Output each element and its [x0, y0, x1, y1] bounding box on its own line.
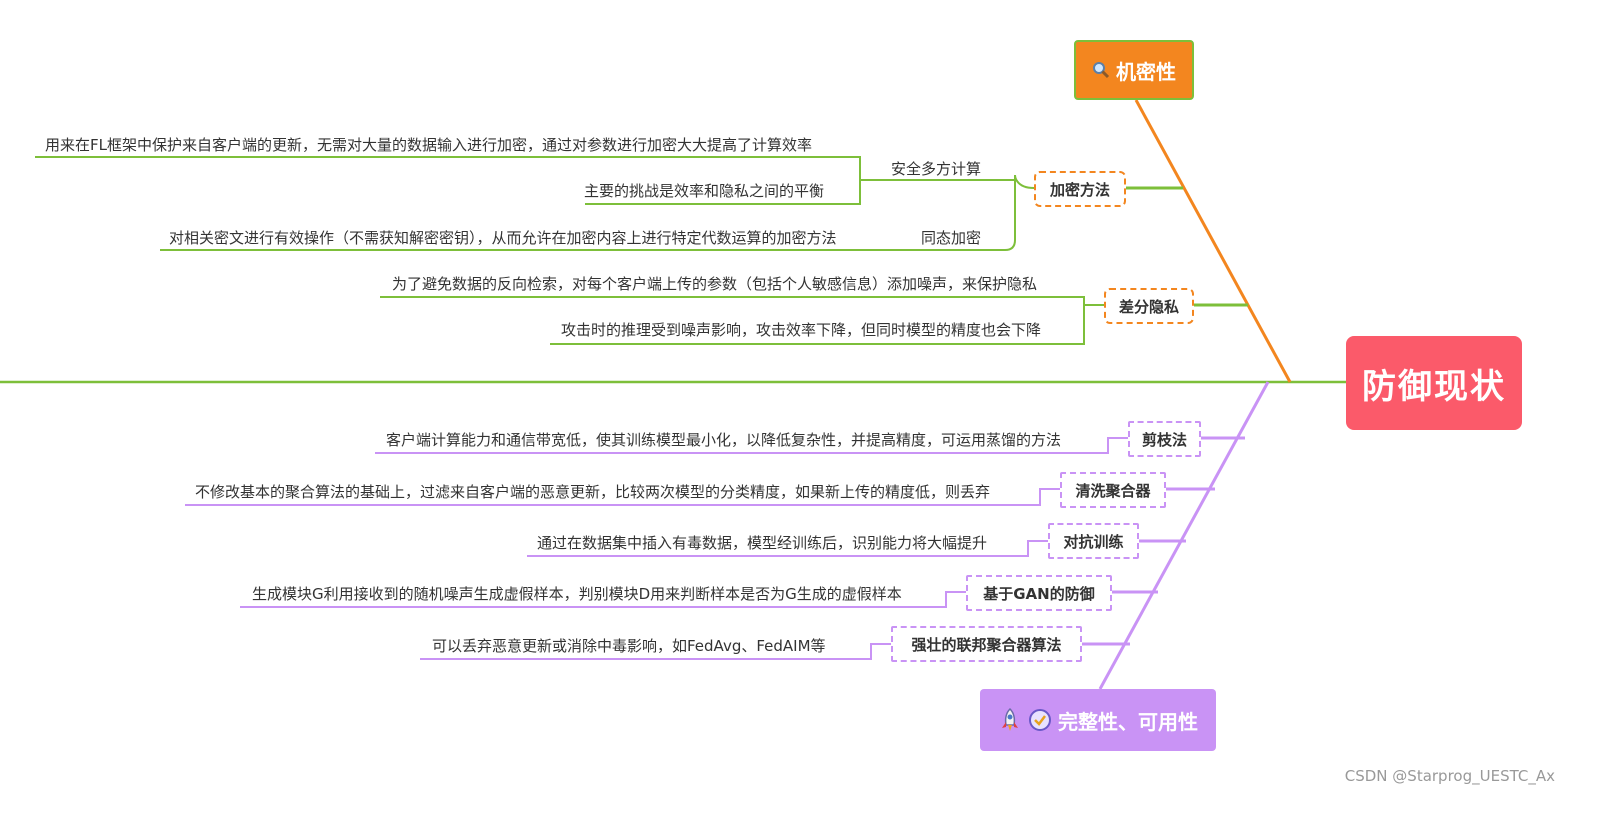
check-badge-icon: [1028, 708, 1052, 732]
dp-detail-1: 为了避免数据的反向检索，对每个客户端上传的参数（包括个人敏感信息）添加噪声，来保…: [392, 275, 1038, 293]
encryption-bracket: [1004, 174, 1035, 251]
confidentiality-branch-line: [1134, 99, 1292, 383]
magnifier-icon: [1092, 61, 1110, 79]
he-label: 同态加密: [921, 229, 982, 247]
robust-aggregator-detail: 可以丢弃恶意更新或消除中毒影响，如FedAvg、FedAIM等: [432, 637, 826, 655]
integrity-node[interactable]: 完整性、可用性: [980, 689, 1216, 751]
dp-detail1-line: [380, 296, 1104, 306]
adversarial-training-detail: 通过在数据集中插入有毒数据，模型经训练后，识别能力将大幅提升: [537, 534, 988, 552]
root-node[interactable]: 防御现状: [1346, 336, 1522, 430]
watermark: CSDN @Starprog_UESTC_Ax: [1344, 767, 1555, 785]
smpc-detail-2: 主要的挑战是效率和隐私之间的平衡: [584, 182, 825, 200]
smpc-label: 安全多方计算: [891, 160, 982, 178]
gan-defense-detail: 生成模块G利用接收到的随机噪声生成虚假样本，判别模块D用来判断样本是否为G生成的…: [252, 585, 902, 603]
gan-defense-node[interactable]: 基于GAN的防御: [966, 575, 1112, 611]
smpc-detail-1: 用来在FL框架中保护来自客户端的更新，无需对大量的数据输入进行加密，通过对参数进…: [45, 136, 812, 154]
encryption-node[interactable]: 加密方法: [1034, 171, 1126, 207]
dp-node[interactable]: 差分隐私: [1104, 288, 1194, 324]
he-detail-1: 对相关密文进行有效操作（不需获知解密密钥），从而允许在加密内容上进行特定代数运算…: [169, 229, 837, 247]
confidentiality-node[interactable]: 机密性: [1074, 40, 1194, 100]
confidentiality-label: 机密性: [1116, 59, 1176, 84]
smpc-detail1-line: [35, 156, 861, 180]
pruning-node[interactable]: 剪枝法: [1128, 421, 1201, 457]
robust-aggregator-node[interactable]: 强壮的联邦聚合器算法: [891, 626, 1082, 662]
aggregator-cleaner-detail: 不修改基本的聚合算法的基础上，过滤来自客户端的恶意更新，比较两次模型的分类精度，…: [195, 483, 991, 501]
rocket-icon: [998, 707, 1022, 733]
pruning-detail: 客户端计算能力和通信带宽低，使其训练模型最小化，以降低复杂性，并提高精度，可运用…: [386, 431, 1062, 449]
adversarial-training-node[interactable]: 对抗训练: [1048, 523, 1139, 559]
integrity-label: 完整性、可用性: [1058, 709, 1198, 734]
dp-detail-2: 攻击时的推理受到噪声影响，攻击效率下降，但同时模型的精度也会下降: [561, 321, 1042, 339]
aggregator-cleaner-node[interactable]: 清洗聚合器: [1060, 472, 1166, 508]
